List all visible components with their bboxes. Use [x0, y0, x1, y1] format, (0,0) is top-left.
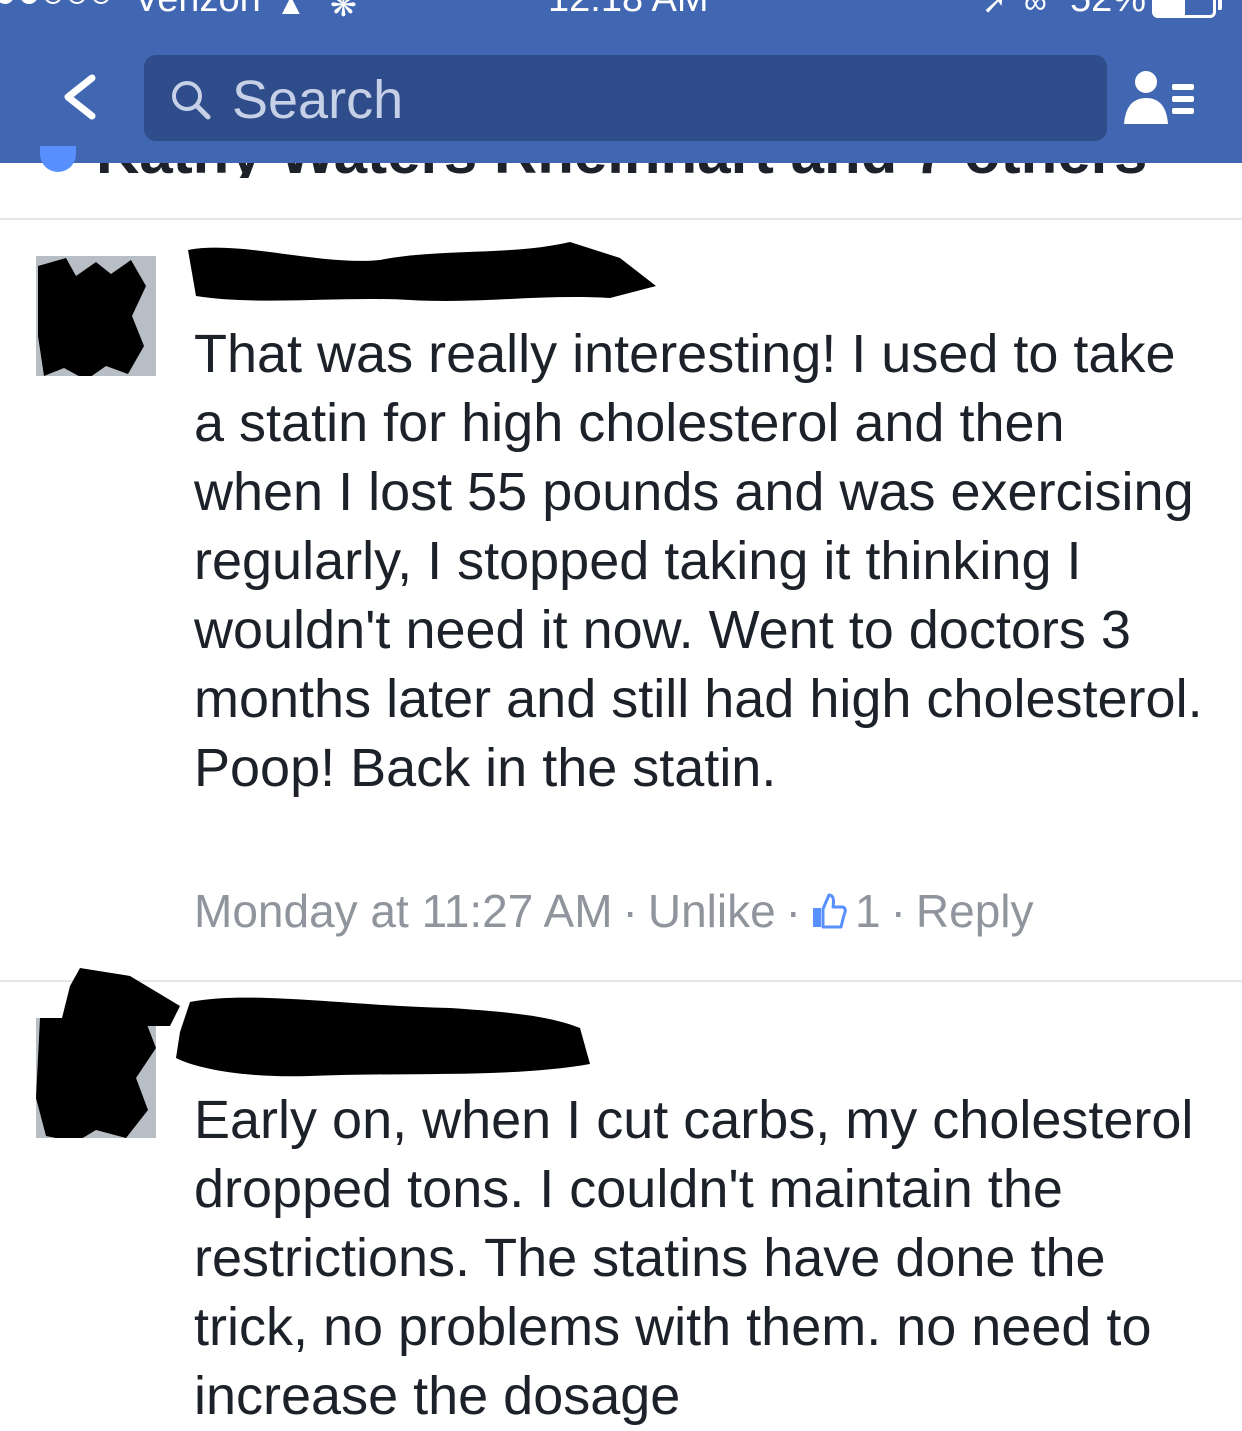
search-placeholder: Search	[232, 70, 404, 130]
reply-button[interactable]: Reply	[916, 884, 1034, 938]
search-bar[interactable]: Search	[144, 55, 1107, 141]
chevron-left-icon[interactable]	[56, 74, 102, 120]
separator-dot: ·	[622, 885, 638, 937]
battery-icon	[1152, 0, 1216, 18]
avatar[interactable]	[36, 1018, 156, 1138]
like-reaction-icon	[40, 146, 76, 172]
comment-meta: Monday at 11:27 AM · Unlike · 1 · Reply	[194, 884, 1034, 938]
avatar-redaction	[36, 1018, 156, 1138]
author-name-redaction	[176, 997, 590, 1077]
comment-timestamp[interactable]: Monday at 11:27 AM	[194, 884, 613, 938]
signal-strength-icon	[0, 0, 110, 4]
separator-dot: ·	[890, 885, 906, 937]
top-bar: Verizon ▲ ❋ 12:18 AM ➚ ∞ 52% Search	[0, 0, 1242, 163]
battery-percent: 52%	[1070, 0, 1146, 21]
activity-spinner-icon: ❋	[330, 0, 357, 23]
avatar[interactable]	[36, 256, 156, 376]
location-arrow-icon: ➚	[982, 0, 1008, 20]
comment-body: Early on, when I cut carbs, my cholester…	[194, 1090, 1194, 1426]
unlike-button[interactable]: Unlike	[648, 884, 776, 938]
like-count[interactable]: 1	[855, 884, 881, 938]
avatar-redaction-overflow	[60, 968, 180, 1026]
avatar-redaction	[36, 256, 156, 376]
profile-list-icon[interactable]	[1120, 68, 1196, 128]
divider	[0, 218, 1242, 220]
author-name-redaction	[188, 242, 656, 301]
wifi-icon: ▲	[276, 0, 306, 21]
comment-body: That was really interesting! I used to t…	[194, 324, 1203, 798]
carrier-name: Verizon	[134, 0, 261, 21]
status-time: 12:18 AM	[548, 0, 709, 21]
thumbs-up-icon	[813, 893, 847, 929]
separator-dot: ·	[785, 885, 801, 937]
status-bar: Verizon ▲ ❋ 12:18 AM ➚ ∞ 52%	[0, 0, 1242, 40]
bluetooth-icon: ∞	[1024, 0, 1047, 20]
battery-nub	[1218, 0, 1222, 10]
magnifier-icon	[172, 81, 211, 120]
